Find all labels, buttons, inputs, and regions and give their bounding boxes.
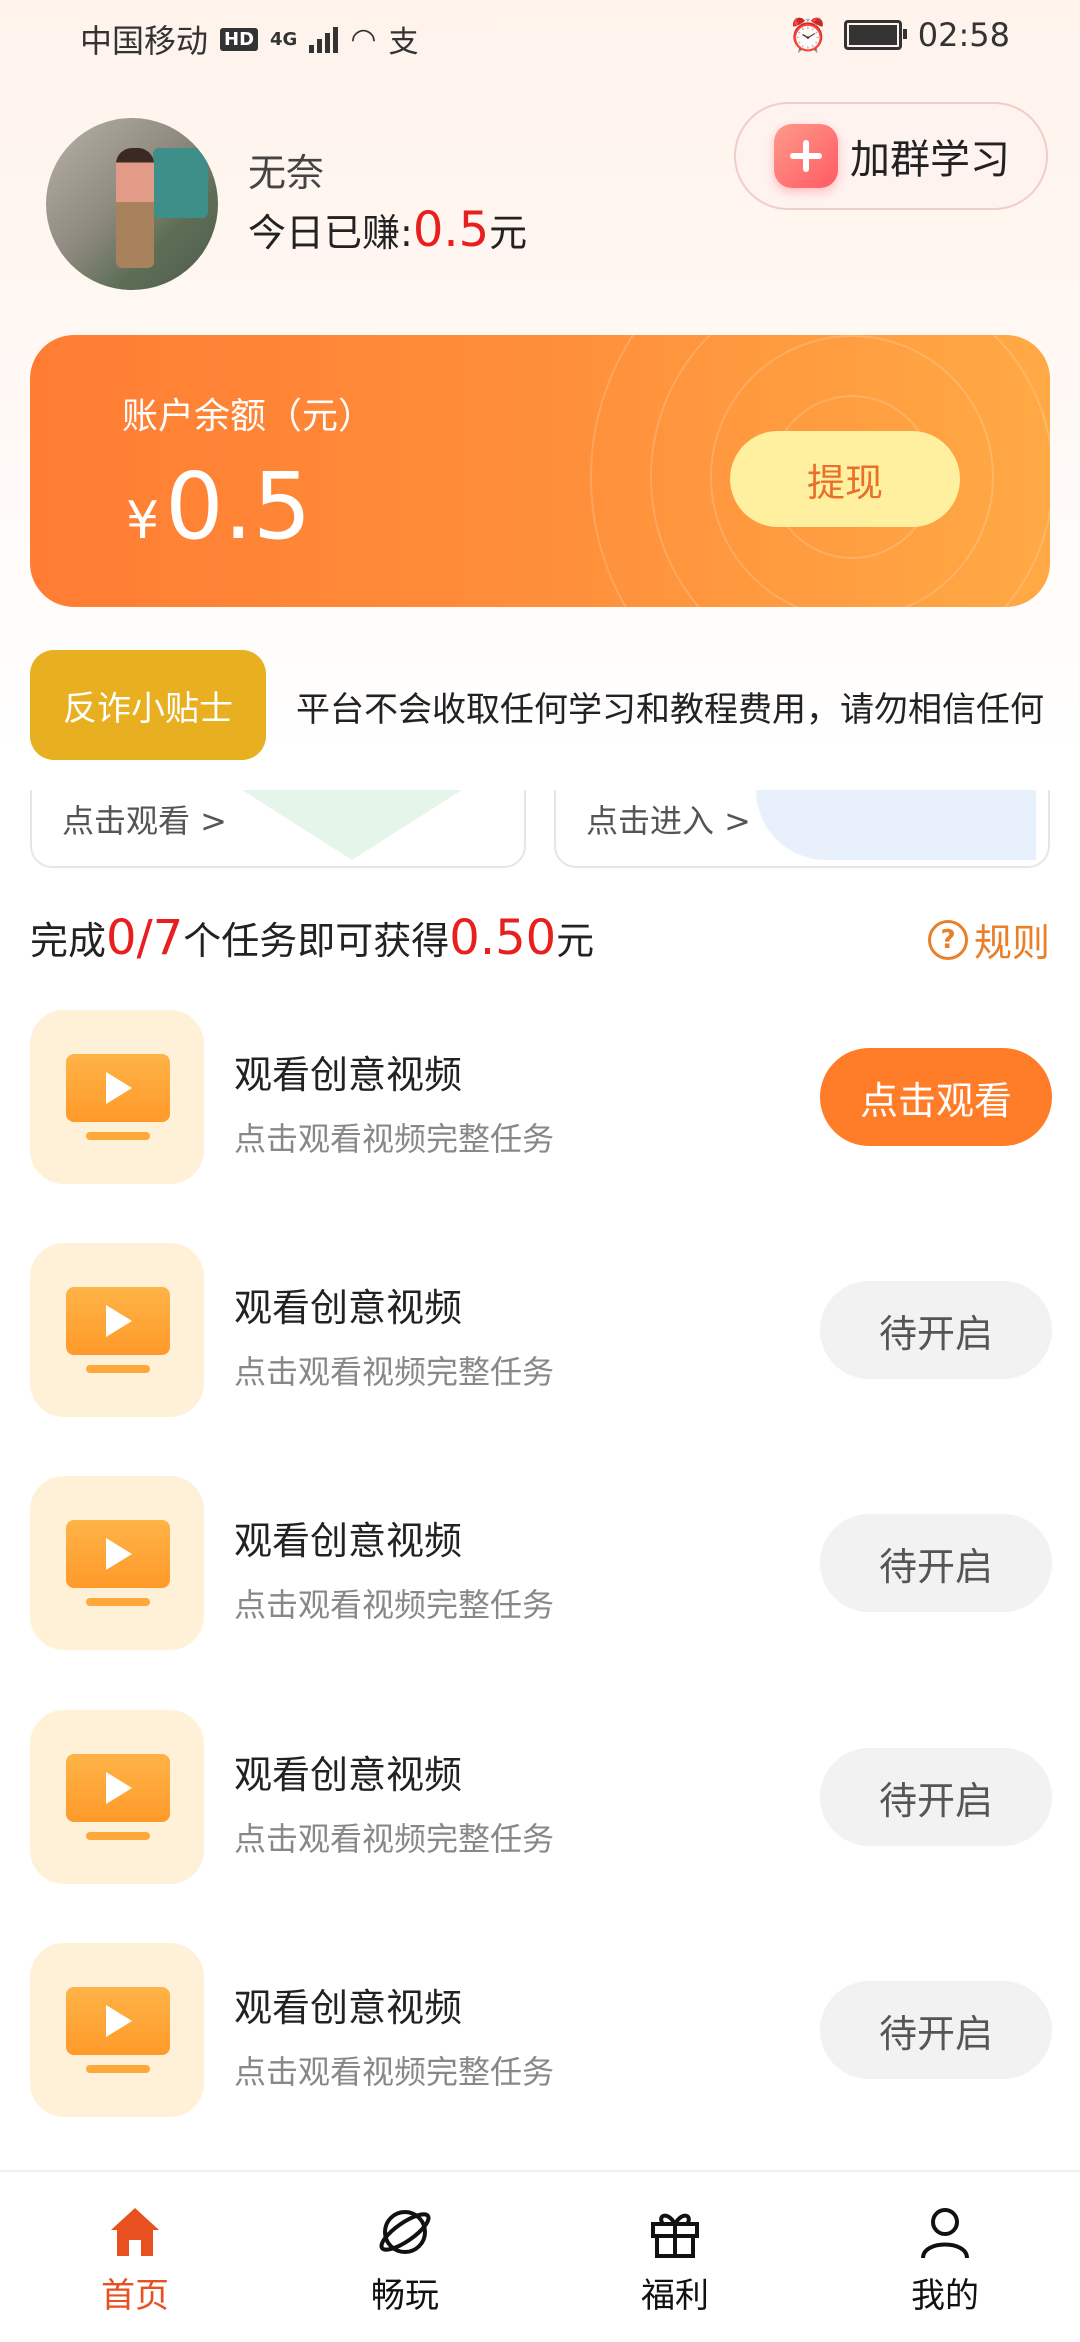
task-title: 观看创意视频 xyxy=(234,1986,463,2030)
balance-amount: 0.5 xyxy=(165,453,312,560)
rules-label: 规则 xyxy=(973,921,1050,965)
anti-fraud-marquee: 平台不会收取任何学习和教程费用，请勿相信任何 xyxy=(296,690,1044,730)
video-task-icon xyxy=(30,1243,204,1417)
task-progress: 0/7 xyxy=(106,910,184,966)
balance-label: 账户余额（元） xyxy=(122,396,375,437)
tab-welfare[interactable]: 福利 xyxy=(585,2202,765,2317)
task-subtitle: 点击观看视频完整任务 xyxy=(234,1353,555,1391)
bottom-tab-bar: 首页 畅玩 福利 我的 xyxy=(0,2170,1080,2342)
task-subtitle: 点击观看视频完整任务 xyxy=(234,1120,555,1158)
battery-icon xyxy=(843,20,907,50)
user-icon xyxy=(921,2208,969,2259)
task-title: 观看创意视频 xyxy=(234,1286,463,1330)
withdraw-button[interactable]: 提现 xyxy=(730,431,960,527)
status-bar: 中国移动 HD 4G ◠ 支 ⏰ 02:58 xyxy=(0,0,1080,72)
earned-prefix: 今日已赚: xyxy=(248,211,413,255)
entry-label: 点击观看 > xyxy=(62,802,227,840)
rules-link[interactable]: ? 规则 xyxy=(927,912,1050,967)
video-task-icon xyxy=(30,1010,204,1184)
planet-icon xyxy=(379,2210,431,2254)
task-pending-button[interactable]: 待开启 xyxy=(820,1981,1052,2079)
task-item: 观看创意视频 点击观看视频完整任务 待开启 xyxy=(0,1710,1080,1886)
task-summary: 完成0/7个任务即可获得0.50元 xyxy=(30,910,594,966)
carrier-label: 中国移动 xyxy=(80,22,209,60)
network-type: 4G xyxy=(270,28,298,50)
task-title: 观看创意视频 xyxy=(234,1053,463,1097)
join-group-button[interactable]: 加群学习 xyxy=(734,102,1048,210)
join-group-label: 加群学习 xyxy=(850,137,1010,183)
task-watch-button[interactable]: 点击观看 xyxy=(820,1048,1052,1146)
alarm-icon: ⏰ xyxy=(787,16,828,54)
task-reward: 0.50 xyxy=(449,910,557,966)
signal-icon xyxy=(309,25,339,53)
video-task-icon xyxy=(30,1476,204,1650)
task-item: 观看创意视频 点击观看视频完整任务 点击观看 xyxy=(0,1010,1080,1186)
task-pending-button[interactable]: 待开启 xyxy=(820,1748,1052,1846)
username: 无奈 xyxy=(248,151,325,195)
tab-mine[interactable]: 我的 xyxy=(855,2202,1035,2317)
clock: 02:58 xyxy=(917,16,1010,54)
task-title: 观看创意视频 xyxy=(234,1519,463,1563)
hd-icon: HD xyxy=(220,27,259,51)
entry-decoration xyxy=(242,790,462,860)
task-title: 观看创意视频 xyxy=(234,1753,463,1797)
tab-home[interactable]: 首页 xyxy=(45,2202,225,2317)
today-earned: 今日已赚:0.5元 xyxy=(248,202,527,258)
tab-play[interactable]: 畅玩 xyxy=(315,2202,495,2317)
task-summary-prefix: 完成 xyxy=(30,919,107,963)
entry-card-enter[interactable]: 点击进入 > xyxy=(554,790,1050,868)
task-subtitle: 点击观看视频完整任务 xyxy=(234,1820,555,1858)
balance-value: ¥ 0.5 xyxy=(126,453,311,560)
task-reward-unit: 元 xyxy=(556,919,595,963)
tab-label: 我的 xyxy=(911,2276,979,2316)
task-item: 观看创意视频 点击观看视频完整任务 待开启 xyxy=(0,1243,1080,1419)
video-task-icon xyxy=(30,1943,204,2117)
task-subtitle: 点击观看视频完整任务 xyxy=(234,1586,555,1624)
anti-fraud-badge: 反诈小贴士 xyxy=(30,650,266,760)
task-subtitle: 点击观看视频完整任务 xyxy=(234,2053,555,2091)
video-task-icon xyxy=(30,1710,204,1884)
medical-plus-icon xyxy=(774,124,838,188)
balance-card: 账户余额（元） ¥ 0.5 提现 xyxy=(30,335,1050,607)
task-pending-button[interactable]: 待开启 xyxy=(820,1281,1052,1379)
home-icon xyxy=(111,2208,159,2256)
earned-amount: 0.5 xyxy=(412,202,490,258)
entry-label: 点击进入 > xyxy=(586,802,751,840)
earned-unit: 元 xyxy=(489,211,528,255)
tab-label: 首页 xyxy=(101,2276,169,2316)
task-item: 观看创意视频 点击观看视频完整任务 待开启 xyxy=(0,1476,1080,1652)
gift-icon xyxy=(651,2213,699,2258)
task-summary-middle: 个任务即可获得 xyxy=(183,919,450,963)
task-pending-button[interactable]: 待开启 xyxy=(820,1514,1052,1612)
entry-decoration xyxy=(756,790,1036,860)
currency-symbol: ¥ xyxy=(126,491,160,551)
task-item: 观看创意视频 点击观看视频完整任务 待开启 xyxy=(0,1943,1080,2119)
wifi-icon: ◠ xyxy=(350,21,377,57)
tab-label: 福利 xyxy=(641,2276,709,2316)
avatar[interactable] xyxy=(46,118,218,290)
tab-label: 畅玩 xyxy=(371,2276,439,2316)
payment-icon: 支 xyxy=(388,25,419,60)
entry-card-watch[interactable]: 点击观看 > xyxy=(30,790,526,868)
question-icon: ? xyxy=(927,919,968,960)
